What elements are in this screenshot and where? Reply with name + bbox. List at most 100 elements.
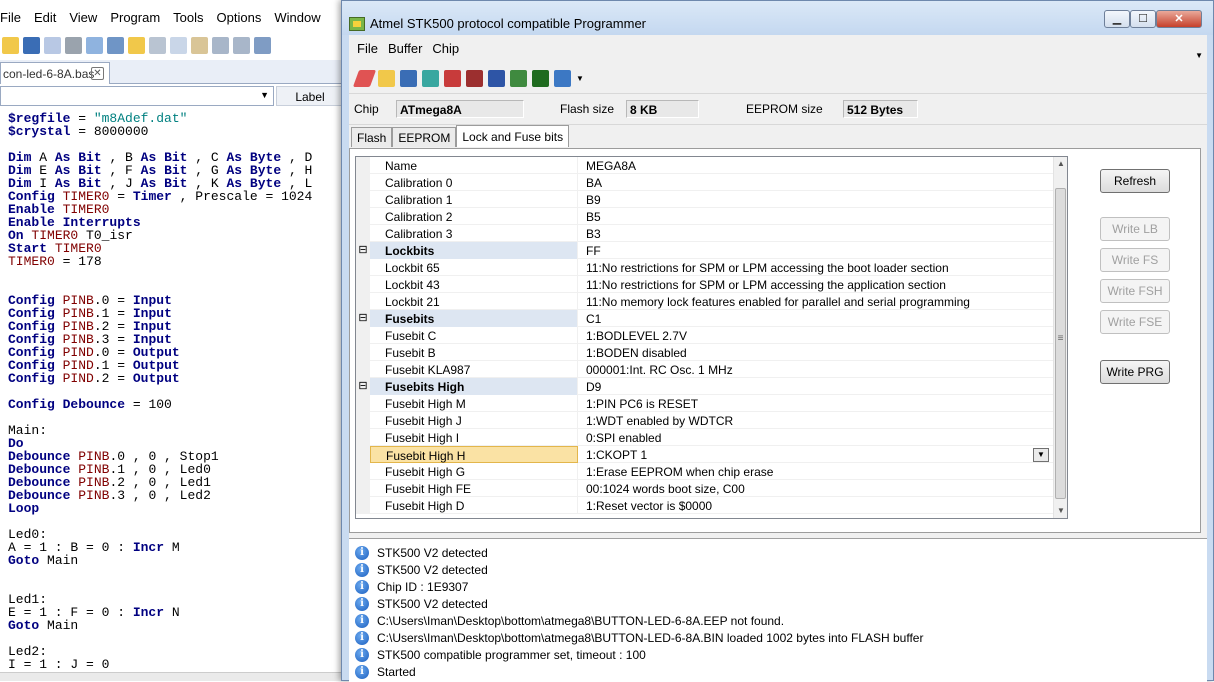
- compile-icon[interactable]: [107, 36, 124, 54]
- grid-row-value[interactable]: MEGA8A: [579, 157, 1053, 174]
- ide-menu-program[interactable]: Program: [110, 8, 163, 30]
- open-icon[interactable]: [2, 36, 19, 54]
- write-fsh-button[interactable]: Write FSH: [1100, 279, 1170, 303]
- grid-row-value[interactable]: B5: [579, 208, 1053, 225]
- open-file-icon[interactable]: [378, 69, 395, 87]
- write-buffer-icon[interactable]: [466, 69, 483, 87]
- grid-category-row[interactable]: ⊟ Fusebits High D9: [356, 378, 1053, 395]
- tab-eeprom[interactable]: EEPROM: [392, 127, 457, 147]
- grid-row-value[interactable]: 00:1024 words boot size, C00: [579, 480, 1053, 497]
- message-log[interactable]: i STK500 V2 detected i STK500 V2 detected i C…: [349, 538, 1207, 682]
- grid-row-value[interactable]: 11:No memory lock features enabled for p…: [579, 293, 1053, 310]
- scroll-thumb[interactable]: ≡: [1055, 188, 1066, 499]
- save-file-icon[interactable]: [400, 69, 417, 87]
- grid-row[interactable]: Name MEGA8A: [356, 157, 1053, 174]
- chevron-down-icon[interactable]: ▼: [1195, 51, 1203, 60]
- erase-icon[interactable]: [352, 69, 377, 87]
- menu-chip[interactable]: Chip: [432, 41, 459, 61]
- grid-row[interactable]: Fusebit High FE 00:1024 words boot size, …: [356, 480, 1053, 497]
- grid-row-value[interactable]: C1: [579, 310, 1053, 327]
- grid-row[interactable]: Fusebit High D 1:Reset vector is $0000: [356, 497, 1053, 514]
- close-icon[interactable]: ✕: [91, 67, 104, 80]
- ide-menu-file[interactable]: File: [0, 8, 24, 30]
- vertical-scrollbar[interactable]: ▲ ≡ ▼: [1053, 157, 1067, 518]
- grid-row[interactable]: Lockbit 65 11:No restrictions for SPM or …: [356, 259, 1053, 276]
- indent-icon[interactable]: [212, 36, 229, 54]
- sub-selector-dropdown[interactable]: ▼: [0, 86, 274, 106]
- close-button[interactable]: ✕: [1156, 10, 1202, 28]
- tab-flash[interactable]: Flash: [351, 127, 393, 147]
- save-icon[interactable]: [23, 36, 40, 54]
- grid-row-value[interactable]: 0:SPI enabled: [579, 429, 1053, 446]
- chevron-down-icon[interactable]: ▼: [576, 74, 584, 83]
- cut-icon[interactable]: [149, 36, 166, 54]
- tab-lock-and-fuse-bits[interactable]: Lock and Fuse bits: [456, 125, 570, 147]
- write-lb-button[interactable]: Write LB: [1100, 217, 1170, 241]
- ide-menu-window[interactable]: Window: [274, 8, 323, 30]
- menu-buffer[interactable]: Buffer: [388, 41, 422, 61]
- ide-menu-options[interactable]: Options: [217, 8, 265, 30]
- fuse-property-grid[interactable]: Name MEGA8A Calibration 0 BA Calibration 1 B9…: [355, 156, 1068, 519]
- ide-menu-edit[interactable]: Edit: [34, 8, 59, 30]
- grid-row-value[interactable]: 11:No restrictions for SPM or LPM access…: [579, 276, 1053, 293]
- print-preview-icon[interactable]: [86, 36, 103, 54]
- grid-row[interactable]: Fusebit B 1:BODEN disabled: [356, 344, 1053, 361]
- unindent-icon[interactable]: [233, 36, 250, 54]
- save-all-icon[interactable]: [44, 36, 61, 54]
- minimize-button[interactable]: ▁: [1104, 10, 1130, 28]
- ide-menu-view[interactable]: View: [69, 8, 100, 30]
- grid-row[interactable]: Calibration 0 BA: [356, 174, 1053, 191]
- grid-row[interactable]: Fusebit High J 1:WDT enabled by WDTCR: [356, 412, 1053, 429]
- code-editor[interactable]: $regfile = "m8Adef.dat" $crystal = 800000…: [8, 112, 345, 671]
- grid-row[interactable]: Calibration 1 B9: [356, 191, 1053, 208]
- title-bar[interactable]: Atmel STK500 protocol compatible Program…: [342, 1, 1213, 35]
- grid-row-value[interactable]: B9: [579, 191, 1053, 208]
- grid-row-value[interactable]: 000001:Int. RC Osc. 1 MHz: [579, 361, 1053, 378]
- scroll-up-icon[interactable]: ▲: [1054, 157, 1067, 171]
- grid-row-value[interactable]: 1:Reset vector is $0000: [579, 497, 1053, 514]
- write-fs-button[interactable]: Write FS: [1100, 248, 1170, 272]
- scroll-down-icon[interactable]: ▼: [1054, 504, 1067, 518]
- tab-source-file[interactable]: con-led-6-8A.bas ✕: [0, 62, 110, 84]
- open-dropdown-icon[interactable]: [128, 36, 145, 54]
- grid-row[interactable]: Fusebit High M 1:PIN PC6 is RESET: [356, 395, 1053, 412]
- print-icon[interactable]: [65, 36, 82, 54]
- grid-row-value[interactable]: 1:PIN PC6 is RESET: [579, 395, 1053, 412]
- reload-icon[interactable]: [422, 69, 439, 87]
- grid-row-value[interactable]: 1:Erase EEPROM when chip erase: [579, 463, 1053, 480]
- grid-row-value[interactable]: BA: [579, 174, 1053, 191]
- blank-check-icon[interactable]: [444, 69, 461, 87]
- grid-row[interactable]: Fusebit High I 0:SPI enabled: [356, 429, 1053, 446]
- chip-info-icon[interactable]: [554, 69, 571, 87]
- menu-file[interactable]: File: [357, 41, 378, 61]
- collapse-icon[interactable]: ⊟: [356, 242, 370, 259]
- grid-row[interactable]: Lockbit 21 11:No memory lock features ena…: [356, 293, 1053, 310]
- collapse-icon[interactable]: ⊟: [356, 378, 370, 395]
- grid-row[interactable]: Fusebit KLA987 000001:Int. RC Osc. 1 MHz: [356, 361, 1053, 378]
- paste-icon[interactable]: [191, 36, 208, 54]
- grid-row-value[interactable]: 1:WDT enabled by WDTCR: [579, 412, 1053, 429]
- write-prg-button[interactable]: Write PRG: [1100, 360, 1170, 384]
- collapse-icon[interactable]: ⊟: [356, 310, 370, 327]
- refresh-button[interactable]: Refresh: [1100, 169, 1170, 193]
- grid-row-value[interactable]: FF: [579, 242, 1053, 259]
- copy-icon[interactable]: [170, 36, 187, 54]
- ide-menu-tools[interactable]: Tools: [173, 8, 206, 30]
- grid-row-value[interactable]: D9: [579, 378, 1053, 395]
- maximize-button[interactable]: ☐: [1130, 10, 1156, 28]
- grid-row[interactable]: Fusebit C 1:BODLEVEL 2.7V: [356, 327, 1053, 344]
- search-icon[interactable]: [254, 36, 271, 54]
- grid-category-row[interactable]: ⊟ Lockbits FF: [356, 242, 1053, 259]
- grid-row[interactable]: Fusebit High G 1:Erase EEPROM when chip e…: [356, 463, 1053, 480]
- autoprogram-icon[interactable]: [510, 69, 527, 87]
- read-chip-icon[interactable]: [532, 69, 549, 87]
- grid-row-value[interactable]: 1:BODEN disabled: [579, 344, 1053, 361]
- grid-row-value[interactable]: 11:No restrictions for SPM or LPM access…: [579, 259, 1053, 276]
- chevron-down-icon[interactable]: ▼: [1033, 448, 1049, 462]
- grid-row[interactable]: Calibration 3 B3: [356, 225, 1053, 242]
- grid-row[interactable]: Calibration 2 B5: [356, 208, 1053, 225]
- grid-row[interactable]: Lockbit 43 11:No restrictions for SPM or …: [356, 276, 1053, 293]
- verify-icon[interactable]: [488, 69, 505, 87]
- write-fse-button[interactable]: Write FSE: [1100, 310, 1170, 334]
- horizontal-scrollbar[interactable]: [0, 672, 345, 681]
